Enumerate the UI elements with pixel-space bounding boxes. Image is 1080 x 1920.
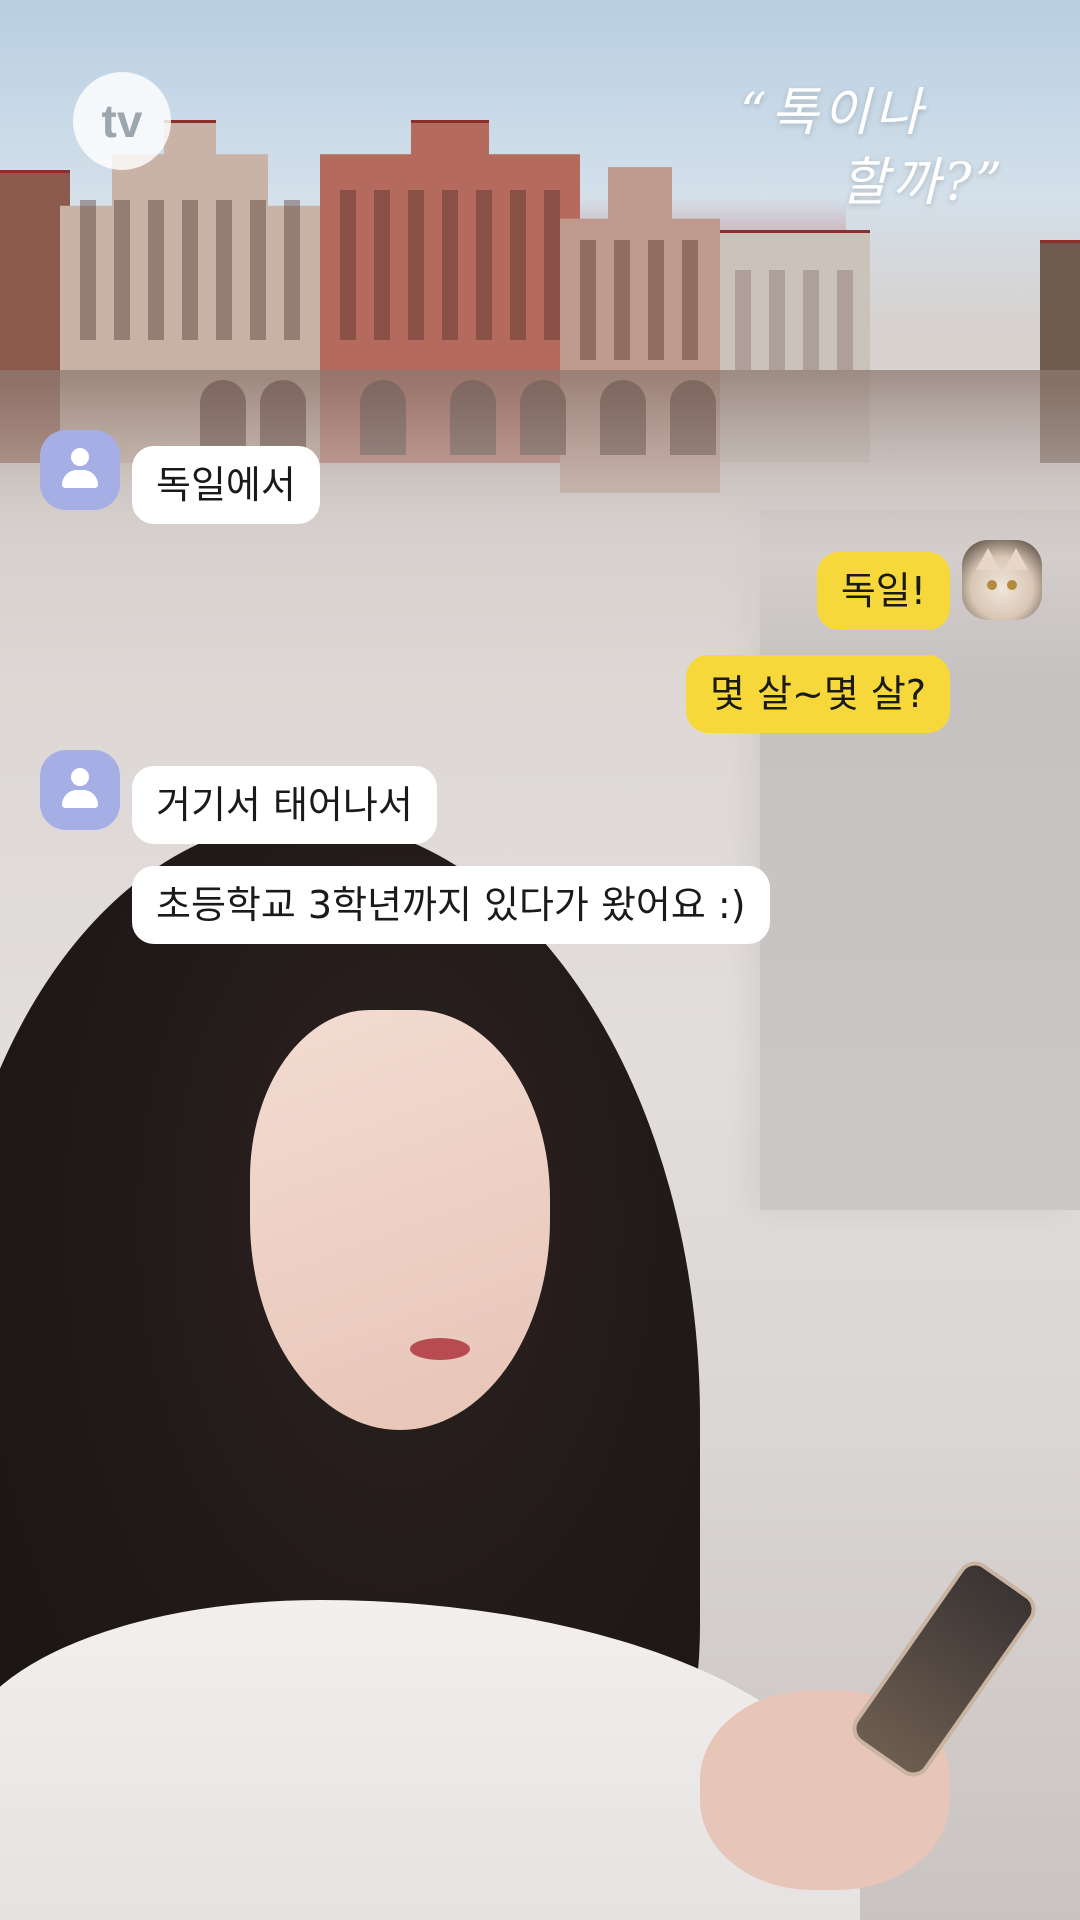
tv-logo: tv <box>73 72 171 170</box>
person-face <box>250 1010 550 1430</box>
windows-2 <box>340 190 560 340</box>
chat-bubble-incoming: 거기서 태어나서 <box>132 766 437 844</box>
show-title-line2: 할까?” <box>840 153 1007 213</box>
tv-logo-text: tv <box>101 95 143 147</box>
person-icon[interactable] <box>40 430 120 510</box>
chat-bubble-outgoing: 독일! <box>816 552 950 630</box>
chat-bubble-outgoing: 몇 살~몇 살? <box>685 655 950 733</box>
background-scene <box>0 0 1080 1920</box>
show-title-line1: “톡이나 <box>740 83 927 143</box>
message-incoming: 거기서 태어나서 <box>40 750 437 844</box>
show-title: “톡이나 할까?” <box>740 70 1020 220</box>
chat-bubble-incoming: 초등학교 3학년까지 있다가 왔어요 :) <box>132 866 770 944</box>
person-icon[interactable] <box>40 750 120 830</box>
cat-avatar-icon[interactable] <box>962 540 1042 620</box>
message-outgoing: 독일! <box>816 552 950 630</box>
chat-bubble-incoming: 독일에서 <box>132 446 320 524</box>
photo-fade <box>0 380 1080 680</box>
windows-4 <box>735 270 855 370</box>
message-incoming: 독일에서 <box>40 430 320 524</box>
message-outgoing: 몇 살~몇 살? <box>685 655 950 733</box>
person-lips <box>410 1338 470 1360</box>
windows-1 <box>80 200 310 340</box>
windows-3 <box>580 240 710 360</box>
message-incoming: 초등학교 3학년까지 있다가 왔어요 :) <box>132 866 770 944</box>
